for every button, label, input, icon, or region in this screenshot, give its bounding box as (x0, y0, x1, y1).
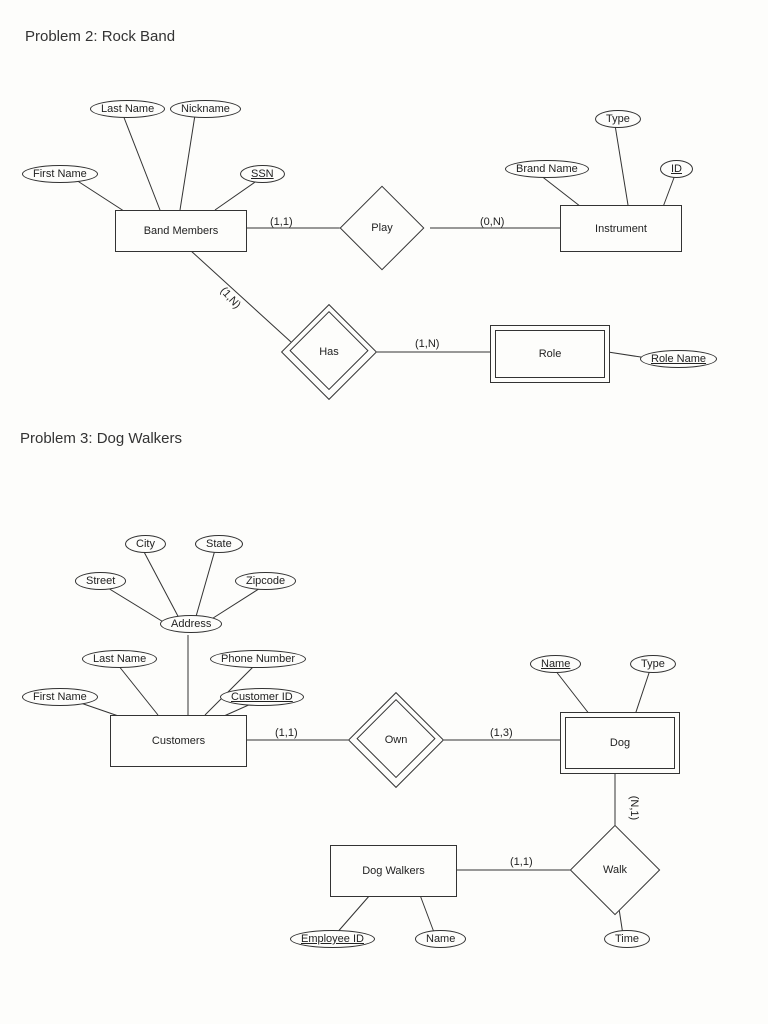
rel-play-label: Play (371, 222, 392, 234)
attr-first-name: First Name (22, 165, 98, 183)
entity-dog-inner: Dog (565, 717, 675, 769)
attr-dog-name: Name (530, 655, 581, 673)
attr-zipcode: Zipcode (235, 572, 296, 590)
card-dog-walk: (N,1) (628, 796, 640, 820)
rel-walk-label: Walk (603, 864, 627, 876)
card-own-dog: (1,3) (490, 727, 513, 739)
entity-role: Role (490, 325, 610, 383)
attr-time: Time (604, 930, 650, 948)
entity-role-inner: Role (495, 330, 605, 378)
attr-walker-name: Name (415, 930, 466, 948)
attr-dog-type: Type (630, 655, 676, 673)
heading-problem3: Problem 3: Dog Walkers (20, 430, 182, 447)
attr-customer-id: Customer ID (220, 688, 304, 706)
rel-walk: Walk (583, 838, 647, 902)
entity-instrument: Instrument (560, 205, 682, 252)
card-walk-dw: (1,1) (510, 856, 533, 868)
attr-id: ID (660, 160, 693, 178)
diagram-page: Problem 2: Rock Band (0, 0, 768, 1024)
entity-band-members: Band Members (115, 210, 247, 252)
attr-ssn: SSN (240, 165, 285, 183)
attr-first-name-p3: First Name (22, 688, 98, 706)
rel-has-label: Has (319, 346, 339, 358)
attr-phone-number: Phone Number (210, 650, 306, 668)
card-play-inst: (0,N) (480, 216, 504, 228)
entity-dog: Dog (560, 712, 680, 774)
entity-dog-walkers: Dog Walkers (330, 845, 457, 897)
card-cust-own: (1,1) (275, 727, 298, 739)
card-bm-play: (1,1) (270, 216, 293, 228)
attr-last-name: Last Name (90, 100, 165, 118)
attr-employee-id: Employee ID (290, 930, 375, 948)
attr-city: City (125, 535, 166, 553)
rel-own-label: Own (385, 734, 408, 746)
attr-role-name: Role Name (640, 350, 717, 368)
rel-play: Play (352, 198, 412, 258)
card-has-role: (1,N) (415, 338, 439, 350)
attr-brand-name: Brand Name (505, 160, 589, 178)
card-bm-has: (1,N) (218, 285, 243, 311)
attr-last-name-p3: Last Name (82, 650, 157, 668)
heading-problem2: Problem 2: Rock Band (25, 28, 175, 45)
rel-has: Has (295, 318, 363, 386)
rel-own: Own (362, 706, 430, 774)
entity-customers: Customers (110, 715, 247, 767)
attr-nickname: Nickname (170, 100, 241, 118)
attr-type: Type (595, 110, 641, 128)
attr-address: Address (160, 615, 222, 633)
attr-state: State (195, 535, 243, 553)
attr-street: Street (75, 572, 126, 590)
